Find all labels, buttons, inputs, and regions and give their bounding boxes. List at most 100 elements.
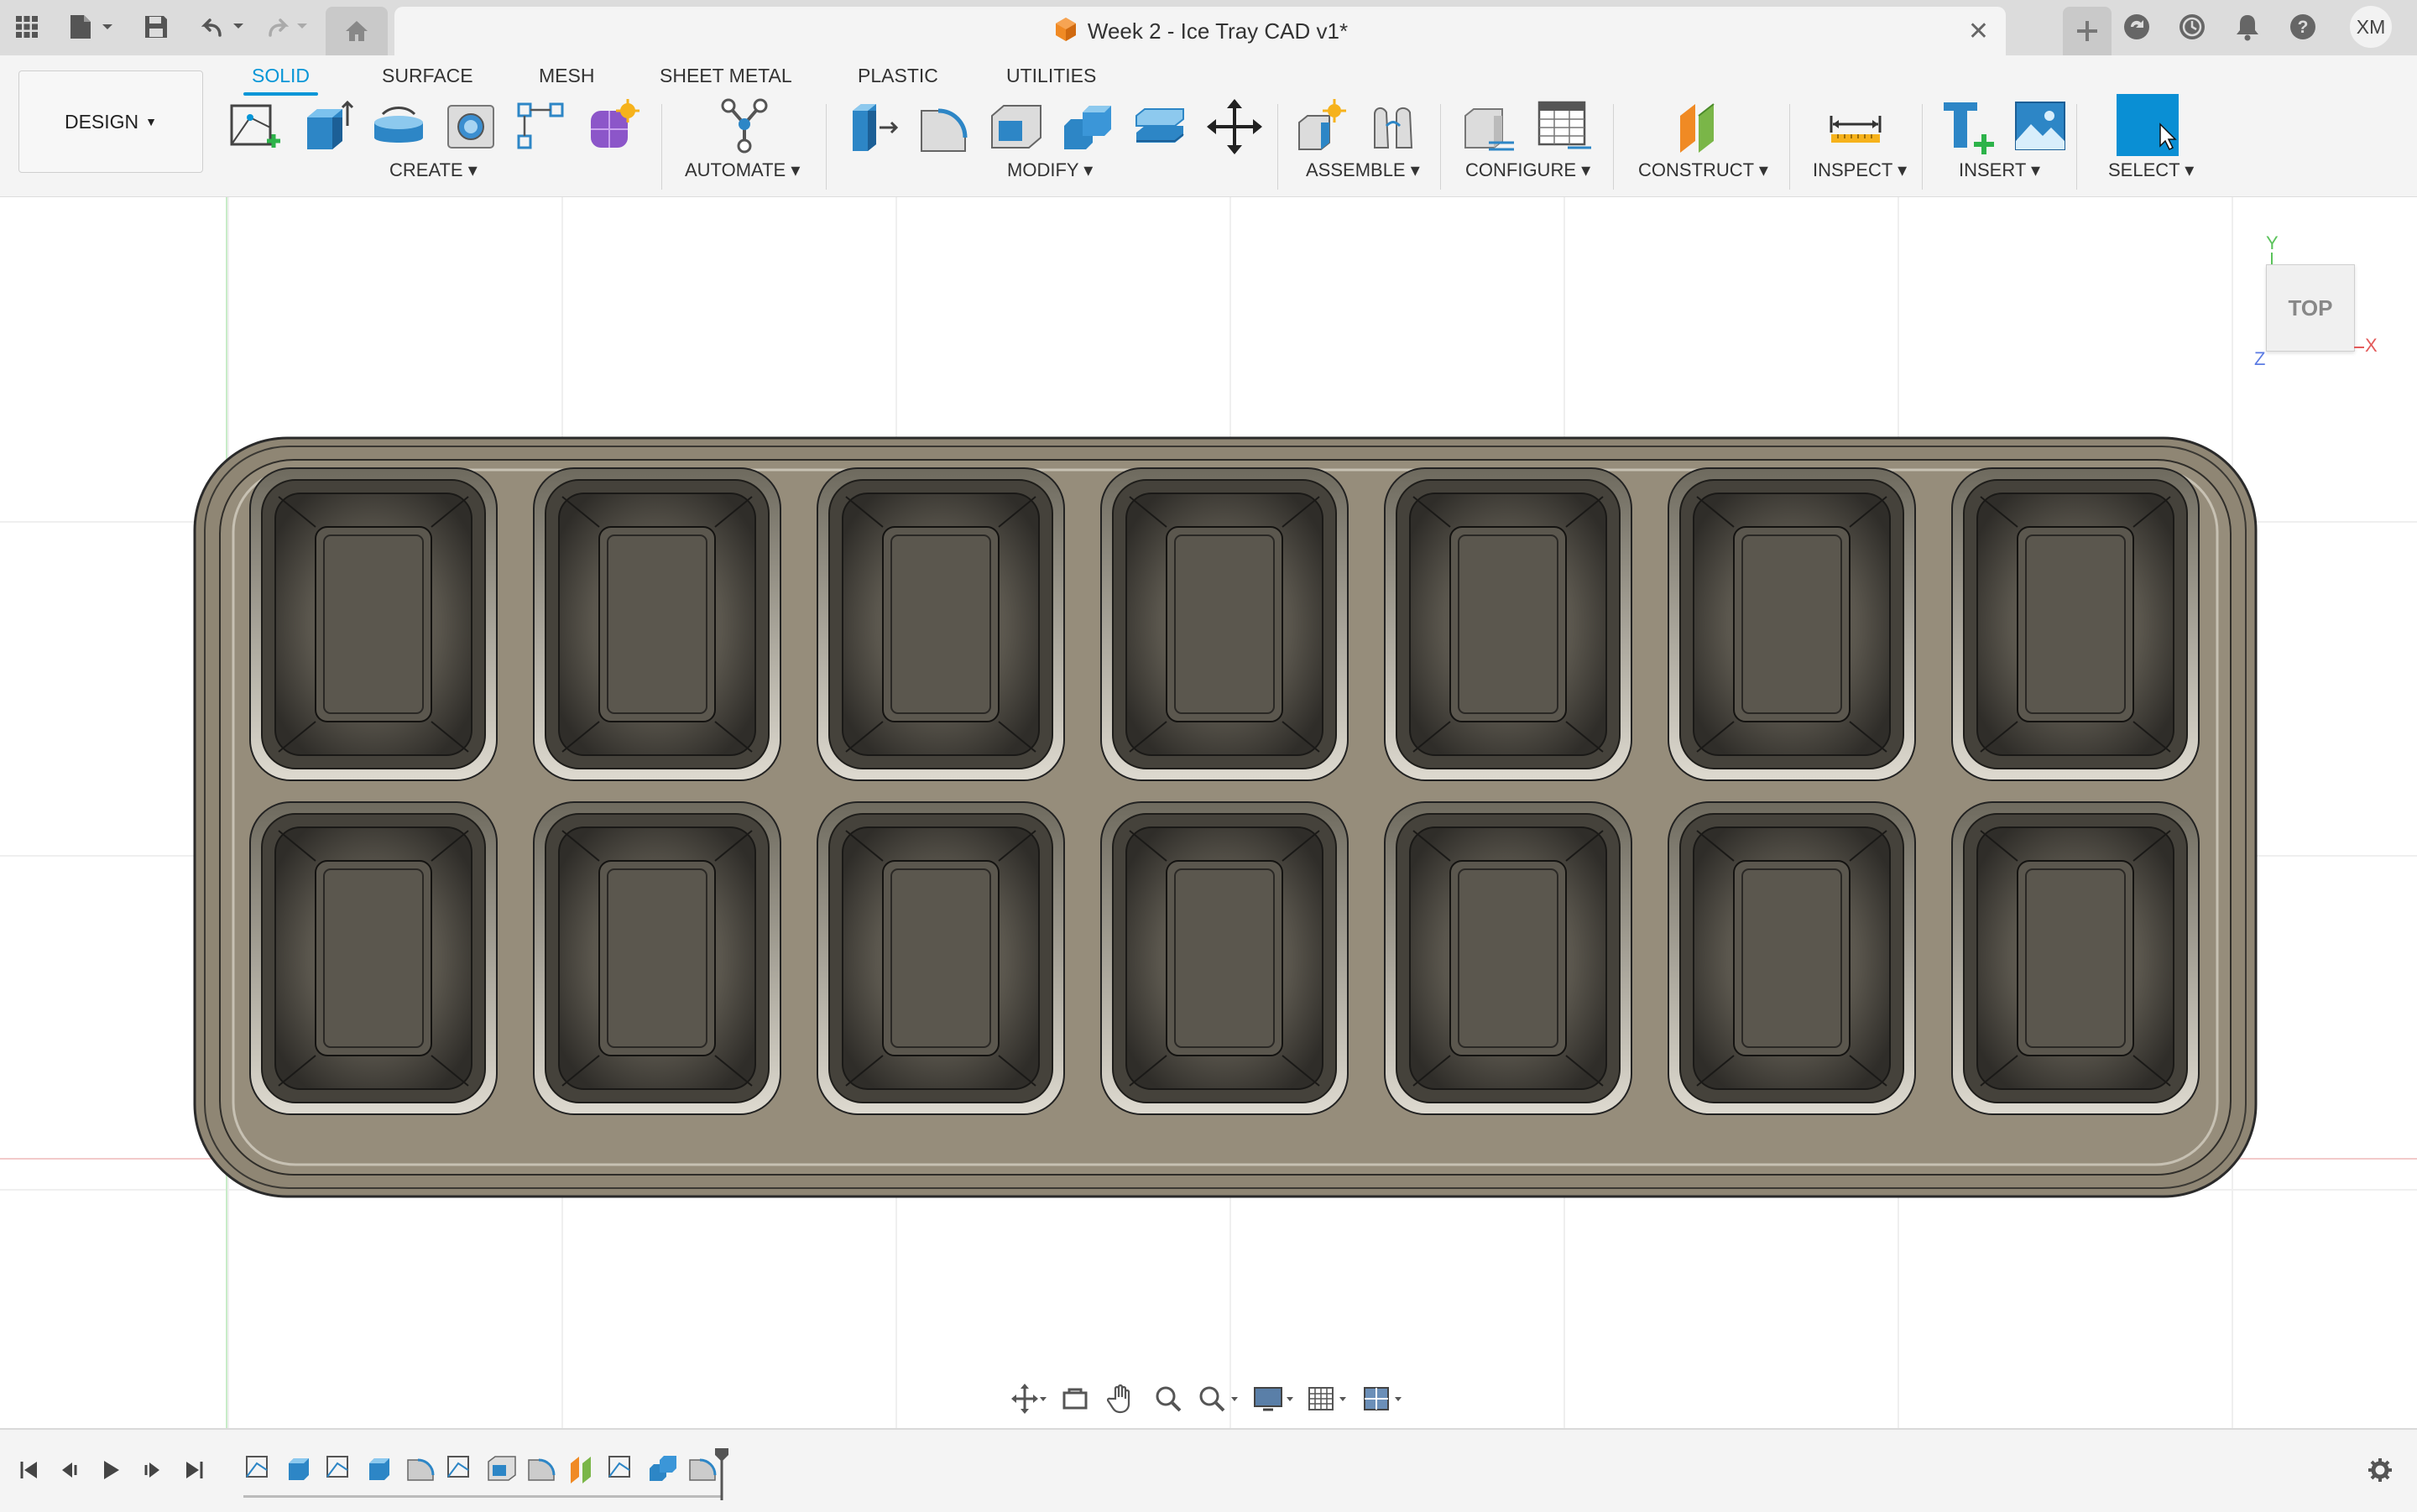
select-menu[interactable]: SELECT ▾	[2108, 159, 2194, 181]
timeline-first-icon[interactable]	[12, 1453, 45, 1487]
close-tab-icon[interactable]: ✕	[1968, 17, 1989, 46]
document-cube-icon	[1052, 16, 1079, 47]
offset-face-icon[interactable]	[1131, 97, 1190, 156]
chevron-down-icon: ▼	[145, 115, 158, 128]
help-icon[interactable]: ?	[2286, 10, 2320, 44]
timeline-extrude-feature-icon[interactable]	[364, 1452, 398, 1485]
press-pull-icon[interactable]	[844, 97, 903, 156]
timeline-next-icon[interactable]	[136, 1453, 170, 1487]
user-avatar[interactable]: XM	[2350, 6, 2392, 48]
joint-icon[interactable]	[1366, 97, 1425, 156]
combine-icon[interactable]	[1059, 97, 1118, 156]
workspace-switcher[interactable]: DESIGN ▼	[18, 70, 203, 173]
viewcube[interactable]: Y TOP X Z	[2224, 231, 2417, 407]
tab-surface[interactable]: SURFACE	[382, 60, 473, 91]
timeline-extrude-feature-icon[interactable]	[284, 1452, 317, 1485]
ice-cube-cavity	[1951, 801, 2200, 1115]
automate-menu[interactable]: AUTOMATE ▾	[685, 159, 800, 181]
workspace-label: DESIGN	[64, 110, 139, 133]
hole-icon[interactable]	[441, 97, 500, 156]
group-divider	[2076, 104, 2077, 190]
shell-icon[interactable]	[987, 97, 1046, 156]
extrude-icon[interactable]	[299, 97, 358, 156]
fillet-icon[interactable]	[916, 97, 975, 156]
tab-utilities[interactable]: UTILITIES	[1006, 60, 1096, 91]
timeline-fillet-feature-icon[interactable]	[525, 1452, 559, 1485]
tab-solid[interactable]: SOLID	[243, 60, 319, 96]
zoom-window-icon[interactable]	[1194, 1378, 1245, 1420]
create-form-icon[interactable]	[584, 97, 643, 156]
viewcube-top-face[interactable]: TOP	[2266, 264, 2355, 352]
create-menu[interactable]: CREATE ▾	[389, 159, 478, 181]
axis-y-label: Y	[2266, 232, 2279, 253]
home-tab-icon[interactable]	[326, 7, 388, 55]
rectangular-pattern-icon[interactable]	[512, 97, 571, 156]
create-sketch-icon[interactable]	[225, 97, 284, 156]
timeline-bar	[0, 1428, 2417, 1512]
insert-derive-icon[interactable]	[1940, 97, 1999, 156]
timeline-plane-feature-icon[interactable]	[566, 1452, 599, 1485]
revolve-icon[interactable]	[369, 97, 428, 156]
viewports-icon[interactable]	[1360, 1378, 1410, 1420]
timeline-previous-icon[interactable]	[52, 1453, 86, 1487]
viewport-canvas[interactable]: Y TOP X Z	[0, 197, 2417, 1428]
automate-icon[interactable]	[715, 97, 774, 156]
display-settings-icon[interactable]	[1250, 1378, 1300, 1420]
configure-menu[interactable]: CONFIGURE ▾	[1465, 159, 1590, 181]
ice-cube-cavity	[1384, 467, 1632, 781]
move-copy-icon[interactable]	[1205, 97, 1264, 156]
configure-icon[interactable]	[1460, 97, 1519, 156]
group-divider	[826, 104, 827, 190]
extensions-icon[interactable]	[2120, 10, 2153, 44]
document-tab[interactable]: Week 2 - Ice Tray CAD v1* ✕	[394, 7, 2006, 55]
measure-icon[interactable]	[1826, 97, 1885, 156]
new-component-icon[interactable]	[1292, 97, 1351, 156]
timeline-last-icon[interactable]	[178, 1453, 211, 1487]
job-status-icon[interactable]	[2175, 10, 2209, 44]
redo-icon[interactable]	[262, 10, 316, 44]
timeline-sketch-feature-icon[interactable]	[324, 1452, 358, 1485]
toolbar-ribbon: DESIGN ▼ SOLID SURFACE MESH SHEET METAL …	[0, 55, 2417, 197]
timeline-marker[interactable]	[715, 1448, 728, 1500]
ice-tray-model[interactable]	[185, 428, 2266, 1217]
assemble-menu[interactable]: ASSEMBLE ▾	[1306, 159, 1420, 181]
group-divider	[1922, 104, 1923, 190]
save-icon[interactable]	[139, 10, 173, 44]
tab-plastic[interactable]: PLASTIC	[858, 60, 938, 91]
modify-menu[interactable]: MODIFY ▾	[1007, 159, 1093, 181]
timeline-sketch-feature-icon[interactable]	[445, 1452, 478, 1485]
construct-menu[interactable]: CONSTRUCT ▾	[1638, 159, 1768, 181]
grid-settings-icon[interactable]	[1305, 1378, 1355, 1420]
timeline-sketch-feature-icon[interactable]	[606, 1452, 639, 1485]
app-grid-icon[interactable]	[10, 10, 44, 44]
timeline-fillet-feature-icon[interactable]	[405, 1452, 438, 1485]
inspect-menu[interactable]: INSPECT ▾	[1813, 159, 1907, 181]
file-menu-icon[interactable]	[64, 10, 117, 44]
ice-cube-cavity	[1100, 801, 1349, 1115]
document-title: Week 2 - Ice Tray CAD v1*	[1087, 18, 1349, 44]
ice-cube-cavity	[817, 467, 1065, 781]
select-tool-icon[interactable]	[2115, 92, 2180, 158]
timeline-shell-feature-icon[interactable]	[485, 1452, 519, 1485]
undo-icon[interactable]	[198, 10, 252, 44]
ice-cube-cavity	[533, 801, 781, 1115]
notifications-bell-icon[interactable]	[2231, 10, 2264, 44]
timeline-settings-gear-icon[interactable]	[2363, 1453, 2397, 1487]
timeline-sketch-feature-icon[interactable]	[243, 1452, 277, 1485]
timeline-play-icon[interactable]	[94, 1453, 128, 1487]
x-axis-stub	[2354, 347, 2364, 348]
look-at-icon[interactable]	[1054, 1378, 1096, 1420]
ice-cube-cavity	[1668, 467, 1916, 781]
insert-menu[interactable]: INSERT ▾	[1959, 159, 2040, 181]
configuration-table-icon[interactable]	[1534, 97, 1593, 156]
tab-mesh[interactable]: MESH	[539, 60, 594, 91]
offset-plane-icon[interactable]	[1673, 97, 1732, 156]
timeline-combine-feature-icon[interactable]	[646, 1452, 680, 1485]
pan-hand-icon[interactable]	[1101, 1378, 1143, 1420]
new-tab-icon[interactable]	[2063, 7, 2112, 55]
axis-x-label: X	[2365, 335, 2378, 356]
orbit-icon[interactable]	[1007, 1378, 1049, 1420]
zoom-icon[interactable]	[1147, 1378, 1189, 1420]
insert-canvas-icon[interactable]	[2011, 97, 2070, 156]
tab-sheet-metal[interactable]: SHEET METAL	[660, 60, 792, 91]
